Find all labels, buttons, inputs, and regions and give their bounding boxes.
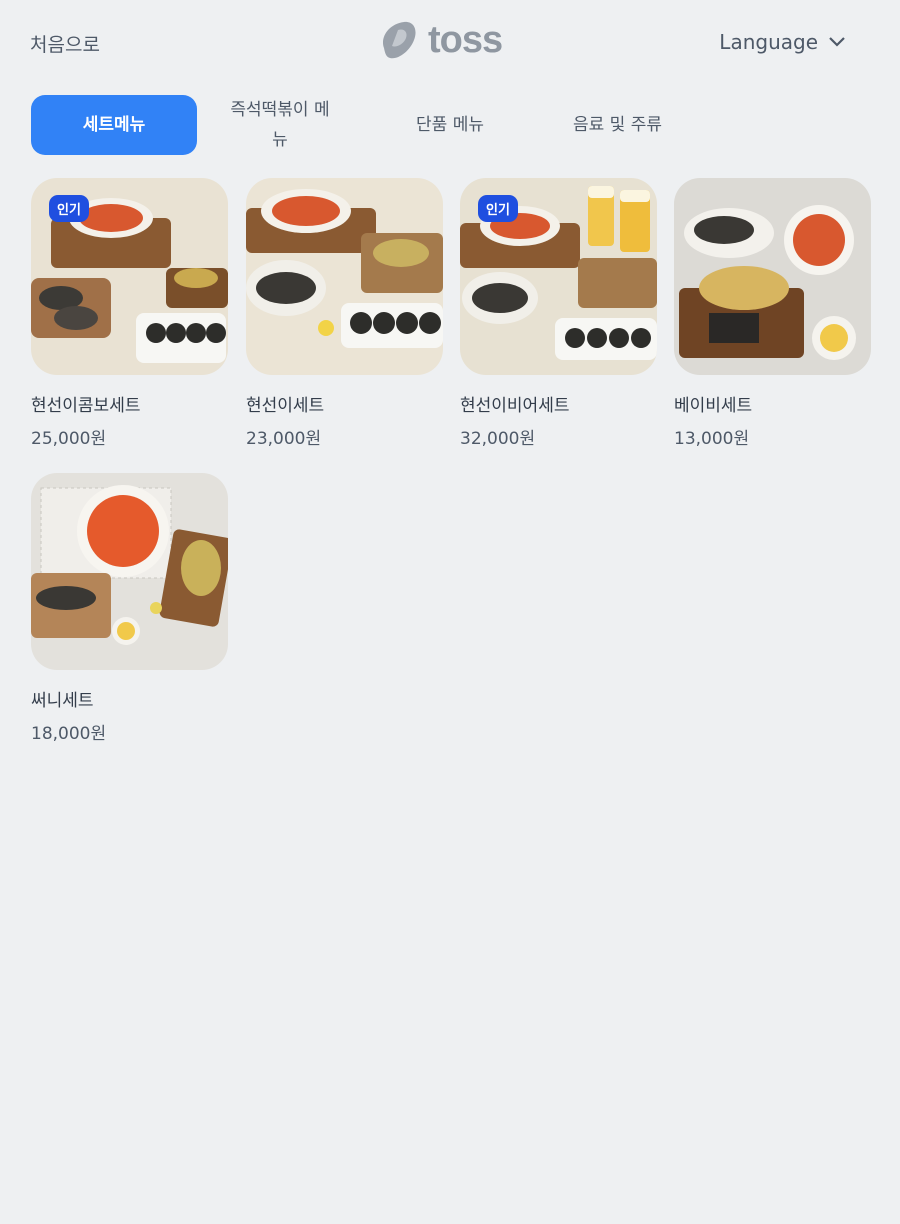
product-price: 32,000원: [460, 429, 536, 449]
product-image: 인기: [31, 178, 228, 375]
product-image: [674, 178, 871, 375]
tab-set-menu[interactable]: 세트메뉴: [31, 95, 197, 155]
product-price: 23,000원: [246, 429, 322, 449]
tab-tteokbokki-menu[interactable]: 즉석떡볶이 메뉴: [230, 95, 330, 155]
product-image: [31, 473, 228, 670]
product-name: 써니세트: [31, 691, 94, 711]
tab-drinks[interactable]: 음료 및 주류: [560, 95, 675, 155]
product-card[interactable]: 인기 현선이비어세트 32,000원: [460, 178, 657, 449]
product-name: 현선이비어세트: [460, 396, 570, 416]
product-image: 인기: [460, 178, 657, 375]
logo-text: toss: [428, 18, 503, 61]
popular-badge: 인기: [478, 195, 518, 222]
product-card[interactable]: 써니세트 18,000원: [31, 473, 228, 744]
product-card[interactable]: 현선이세트 23,000원: [246, 178, 443, 449]
product-image: [246, 178, 443, 375]
home-button[interactable]: 처음으로: [30, 30, 100, 57]
toss-logo-icon: [382, 21, 416, 59]
popular-badge: 인기: [49, 195, 89, 222]
product-price: 13,000원: [674, 429, 750, 449]
product-price: 18,000원: [31, 724, 107, 744]
chevron-down-icon: [829, 37, 845, 47]
language-selector[interactable]: Language: [719, 30, 846, 54]
tab-single-menu[interactable]: 단품 메뉴: [400, 95, 500, 155]
product-card[interactable]: 인기 현선이콤보세트 25,000원: [31, 178, 228, 449]
product-name: 베이비세트: [674, 396, 753, 416]
product-card[interactable]: 베이비세트 13,000원: [674, 178, 871, 449]
toss-logo: toss: [376, 18, 503, 62]
product-name: 현선이콤보세트: [31, 396, 141, 416]
language-label: Language: [719, 30, 818, 54]
header: 처음으로 toss Language: [0, 0, 900, 90]
product-name: 현선이세트: [246, 396, 325, 416]
product-price: 25,000원: [31, 429, 107, 449]
category-tabs: 세트메뉴 즉석떡볶이 메뉴 단품 메뉴 음료 및 주류: [0, 90, 900, 168]
